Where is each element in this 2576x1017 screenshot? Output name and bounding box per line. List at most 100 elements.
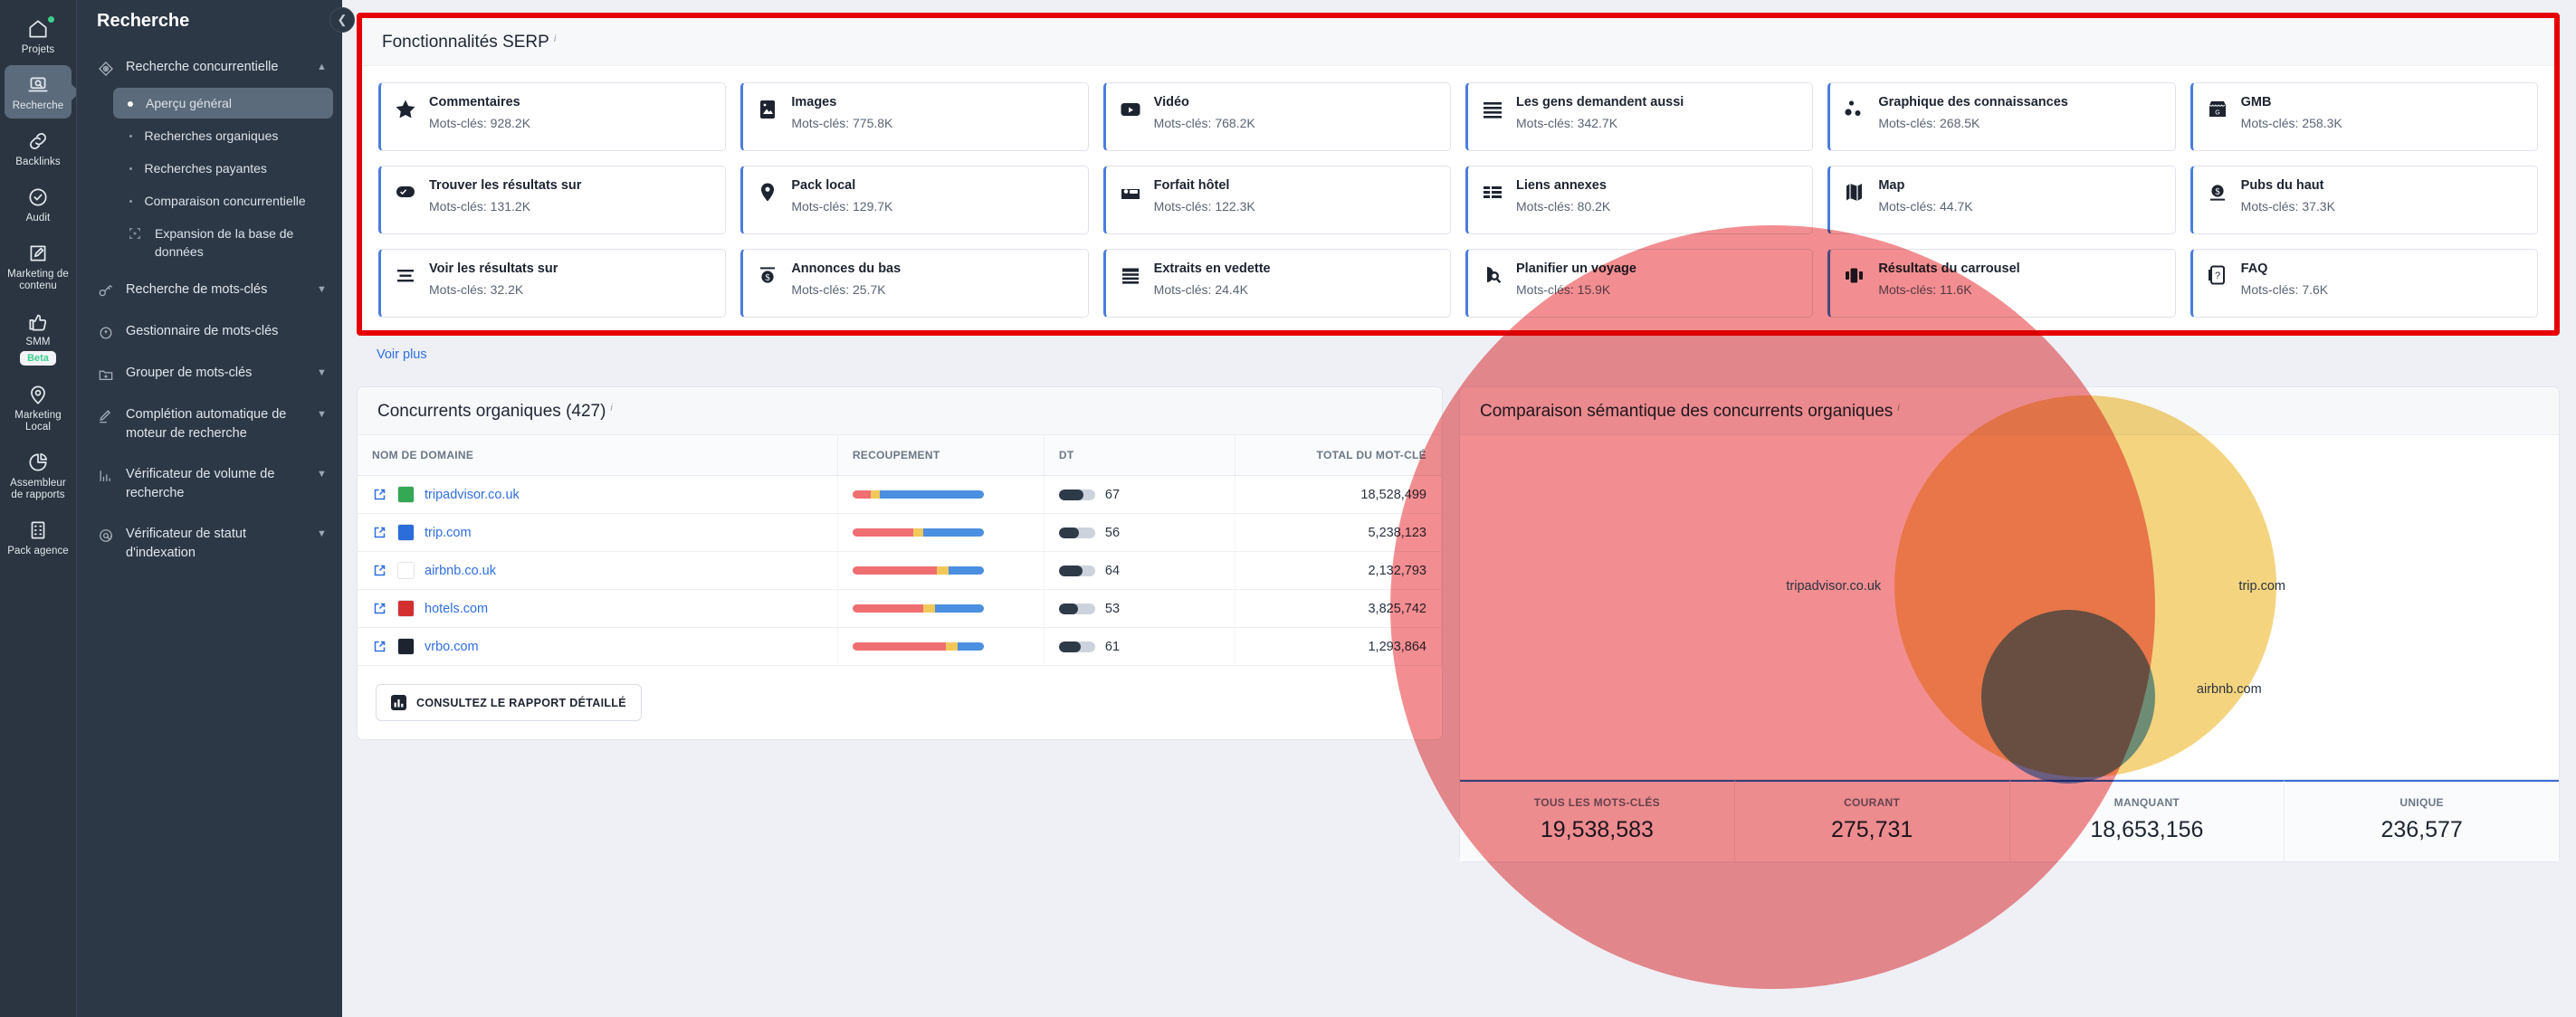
external-link-icon[interactable] (372, 487, 387, 502)
table-row[interactable]: hotels.com533,825,742 (358, 589, 1443, 628)
rail-item-projets[interactable]: Projets (5, 9, 72, 62)
serp-feature-card[interactable]: ? FAQ Mots-clés: 7.6K (2190, 249, 2538, 318)
nav-group-2[interactable]: Gestionnaire de mots-clés (77, 314, 342, 350)
svg-text:$: $ (766, 272, 771, 283)
info-icon[interactable]: i (554, 33, 556, 44)
nav-group-label: Complétion automatique de moteur de rech… (126, 407, 287, 441)
rail-item-smm[interactable]: SMM Beta (5, 301, 72, 372)
table-row[interactable]: tripadvisor.co.uk 67 18,528,499 (358, 475, 1443, 514)
rail-item-label: SMM (25, 337, 51, 347)
rail-item-marketing-local[interactable]: Marketing Local (5, 375, 72, 440)
page-title: Fonctionnalités SERP (382, 33, 549, 52)
serp-feature-name: FAQ (2240, 261, 2268, 276)
serp-feature-name: Pack local (791, 178, 856, 193)
favicon (397, 638, 415, 655)
chevron-down-icon[interactable]: ▼ (317, 525, 329, 539)
domain-link[interactable]: airbnb.co.uk (425, 564, 496, 578)
sidebar-item-recherches-payantes[interactable]: Recherches payantes (113, 153, 333, 184)
organic-competitors-header: Concurrents organiques (427) i (358, 387, 1442, 435)
column-header-1[interactable]: RECOUPEMENT (837, 435, 1045, 476)
column-header-3[interactable]: TOTAL DU MOT-CLÉ (1235, 435, 1443, 476)
chevron-down-icon[interactable]: ▼ (317, 405, 329, 420)
serp-feature-name: Commentaires (429, 95, 520, 109)
nav-group: Vérificateur de statut d'indexation ▼ (77, 517, 342, 571)
sidebar-item-recherches-organiques[interactable]: Recherches organiques (113, 120, 333, 151)
nav-group-6[interactable]: Vérificateur de statut d'indexation ▼ (77, 517, 342, 571)
external-link-icon[interactable] (372, 563, 387, 578)
sidebar-item-aper-u-g-n-ral[interactable]: Aperçu général (113, 88, 333, 119)
nav-group-5[interactable]: Vérificateur de volume de recherche ▼ (77, 457, 342, 511)
rail-item-audit[interactable]: Audit (5, 177, 72, 231)
serp-feature-name: Trouver les résultats sur (429, 178, 582, 193)
nav-group-1[interactable]: Recherche de mots-clés ▼ (77, 272, 342, 309)
domain-cell: vrbo.com (358, 627, 838, 666)
serp-feature-card[interactable]: Graphique des connaissances Mots-clés: 26… (1827, 82, 2176, 151)
rail-item-pack-agence[interactable]: Pack agence (5, 510, 72, 564)
serp-feature-card[interactable]: $ Pubs du haut Mots-clés: 37.3K (2190, 166, 2538, 234)
chevron-down-icon[interactable]: ▼ (317, 280, 329, 295)
bar-chart-icon (391, 695, 406, 710)
sidebar-item-label: Expansion de la base de données (155, 226, 294, 259)
bed-icon (1119, 178, 1142, 204)
venn-circle-2 (1981, 609, 2155, 784)
sidebar-item-comparaison-concurrentielle[interactable]: Comparaison concurrentielle (113, 185, 333, 216)
serp-feature-card[interactable]: Extraits en vedette Mots-clés: 24.4K (1102, 249, 1451, 318)
column-header-0[interactable]: NOM DE DOMAINE (358, 435, 838, 476)
rail-item-backlinks[interactable]: Backlinks (5, 121, 72, 175)
serp-feature-card[interactable]: $ Annonces du bas Mots-clés: 25.7K (740, 249, 1089, 318)
nav-group-0[interactable]: Recherche concurrentielle ▲ (77, 50, 342, 86)
sidebar-item-expansion-de-la-base-de-donn-es[interactable]: Expansion de la base de données (113, 218, 333, 267)
chevron-down-icon[interactable]: ▼ (317, 364, 329, 378)
domain-link[interactable]: tripadvisor.co.uk (425, 488, 520, 502)
overlap-cell (837, 627, 1045, 666)
nav-group-3[interactable]: Grouper de mots-clés ▼ (77, 356, 342, 392)
external-link-icon[interactable] (372, 601, 387, 616)
rail-item-recherche[interactable]: Recherche (5, 65, 72, 119)
domain-link[interactable]: vrbo.com (425, 640, 479, 654)
rail-item-assembleur-de-rapports[interactable]: Assembleur de rapports (5, 442, 72, 508)
favicon (397, 486, 415, 503)
serp-feature-card[interactable]: Vidéo Mots-clés: 768.2K (1102, 82, 1451, 151)
serp-feature-name: Vidéo (1153, 95, 1189, 109)
serp-feature-card[interactable]: Voir les résultats sur Mots-clés: 32.2K (378, 249, 727, 318)
svg-text:G: G (2215, 110, 2219, 117)
serp-feature-card[interactable]: Les gens demandent aussi Mots-clés: 342.7… (1465, 82, 1814, 151)
external-link-icon[interactable] (372, 639, 387, 654)
nav-group-4[interactable]: Complétion automatique de moteur de rech… (77, 397, 342, 451)
domain-link[interactable]: trip.com (425, 526, 472, 540)
serp-feature-card[interactable]: Forfait hôtel Mots-clés: 122.3K (1102, 166, 1451, 234)
serp-feature-card[interactable]: Trouver les résultats sur Mots-clés: 131.… (378, 166, 727, 234)
table-row[interactable]: vrbo.com611,293,864 (358, 627, 1443, 666)
nav-group: Grouper de mots-clés ▼ (77, 356, 342, 392)
serp-feature-card[interactable]: Commentaires Mots-clés: 928.2K (378, 82, 727, 151)
chevron-down-icon[interactable]: ▼ (317, 465, 329, 480)
serp-feature-keywords: Mots-clés: 775.8K (791, 116, 893, 130)
detailed-report-button[interactable]: CONSULTEZ LE RAPPORT DÉTAILLÉ (376, 684, 642, 721)
domain-cell: hotels.com (358, 589, 838, 628)
serp-feature-card[interactable]: G GMB Mots-clés: 258.3K (2190, 82, 2538, 151)
venn-label-2: airbnb.com (2196, 682, 2262, 698)
info-icon[interactable]: i (610, 403, 612, 413)
domain-link[interactable]: hotels.com (425, 602, 488, 616)
rail-item-label: Projets (21, 44, 55, 55)
app-root: Projets Recherche Backlinks Audit Marketing … (0, 0, 2576, 1017)
chevron-left-icon[interactable]: ❮ (329, 7, 355, 33)
secondary-nav: Recherche ❮ Recherche concurrentielle ▲ Ap… (76, 0, 355, 1017)
chevron-up-icon[interactable]: ▲ (317, 58, 329, 72)
dt-value: 67 (1104, 487, 1121, 502)
serp-feature-card[interactable]: Liens annexes Mots-clés: 80.2K (1465, 166, 1814, 234)
rail-item-marketing-de-contenu[interactable]: Marketing de contenu (5, 233, 72, 299)
table-row[interactable]: airbnb.co.uk642,132,793 (358, 551, 1443, 590)
serp-feature-name: Pubs du haut (2240, 178, 2324, 193)
serp-feature-card[interactable]: Images Mots-clés: 775.8K (740, 82, 1089, 151)
table-row[interactable]: trip.com565,238,123 (358, 513, 1443, 552)
show-more-link[interactable]: Voir plus (357, 336, 427, 374)
external-link-icon[interactable] (372, 525, 387, 540)
target-icon (97, 58, 115, 78)
organic-competitors-column: Concurrents organiques (427) i NOM DE DOM… (357, 386, 1443, 862)
serp-feature-card[interactable]: Pack local Mots-clés: 129.7K (740, 166, 1089, 234)
rail-item-label: Marketing de contenu (7, 269, 69, 291)
serp-feature-card[interactable]: Map Mots-clés: 44.7K (1827, 166, 2176, 234)
column-header-2[interactable]: DT (1044, 435, 1236, 476)
folder-plus-icon (97, 364, 115, 384)
